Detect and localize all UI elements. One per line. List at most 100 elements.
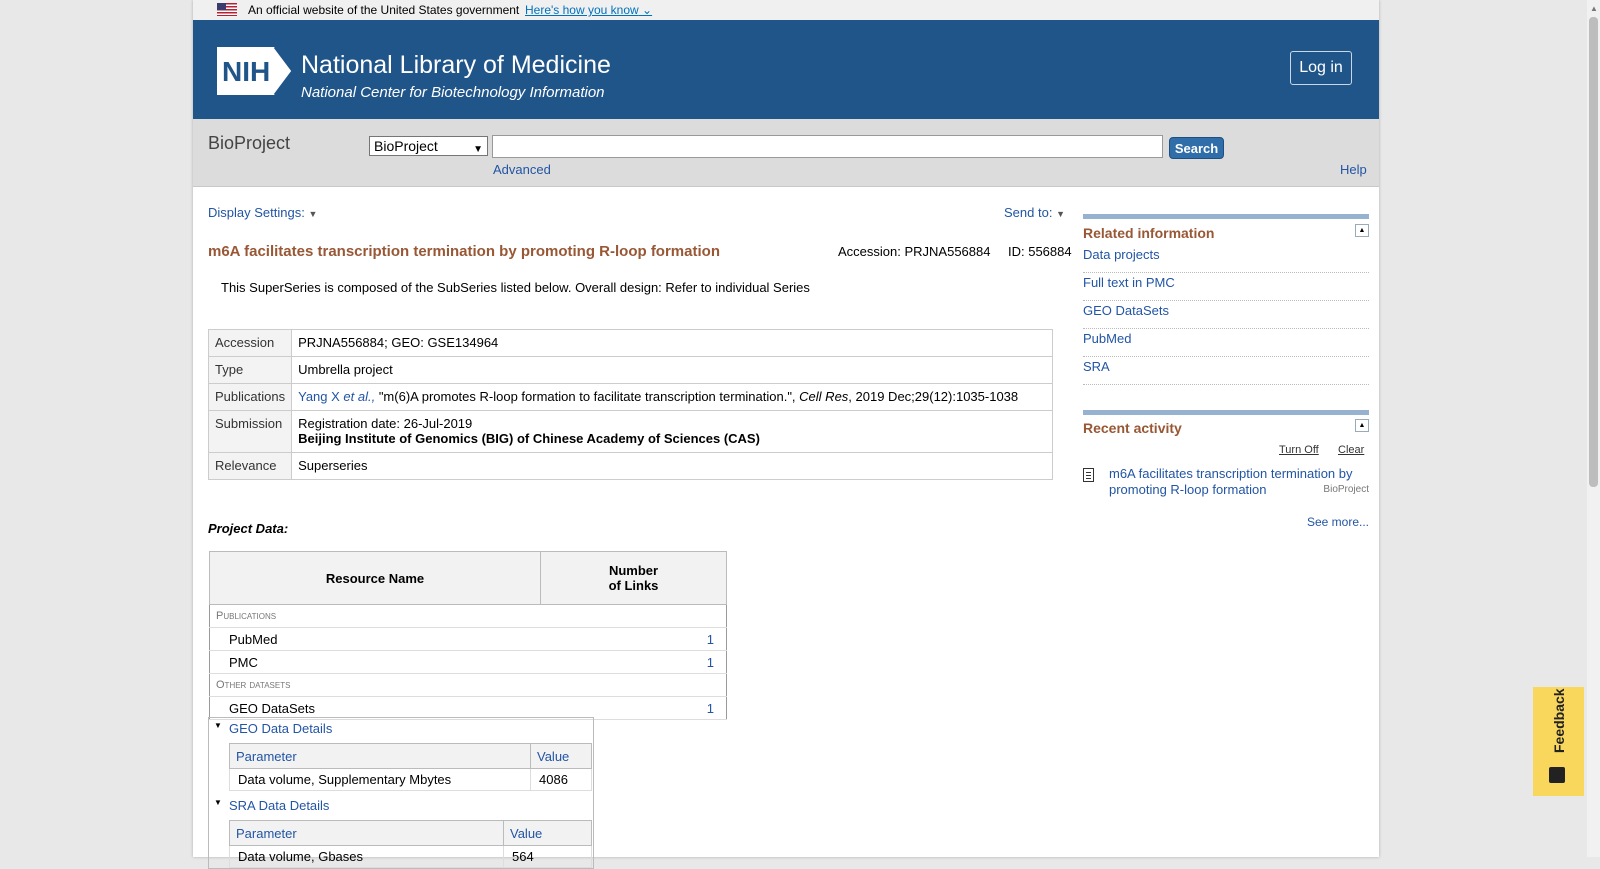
login-button[interactable]: Log in [1290, 51, 1352, 85]
submission-value: Registration date: 26-Jul-2019 Beijing In… [291, 410, 1053, 453]
feedback-label: Feedback [1551, 688, 1567, 753]
table-row: PMC 1 [209, 650, 727, 674]
project-description: This SuperSeries is composed of the SubS… [221, 280, 810, 295]
resource-name-header: Resource Name [209, 551, 541, 605]
recent-activity-title: Recent activity [1083, 420, 1182, 436]
table-row: PubMed 1 [209, 627, 727, 651]
how-you-know-label: Here's how you know [525, 3, 639, 17]
project-data-label: Project Data: [208, 521, 289, 536]
scroll-up-arrow-icon[interactable]: ▲ [1590, 4, 1598, 13]
relevance-value: Superseries [291, 452, 1053, 480]
clear-link[interactable]: Clear [1338, 444, 1364, 456]
table-row: Data volume, Supplementary Mbytes 4086 [229, 768, 592, 791]
vertical-scrollbar[interactable]: ▲ [1587, 0, 1600, 857]
parameter-header: Parameter [229, 743, 531, 769]
table-header-row: Parameter Value [229, 820, 592, 846]
table-header-row: Resource Name Number of Links [209, 551, 727, 605]
group-label: Other datasets [209, 673, 727, 697]
database-select[interactable]: BioProject ▼ [369, 136, 488, 156]
citation: , 2019 Dec;29(12):1035-1038 [848, 389, 1019, 404]
display-settings-label: Display Settings: [208, 205, 305, 220]
link-count[interactable]: 1 [540, 627, 727, 651]
value-cell: 4086 [530, 768, 592, 791]
resource-name: PMC [209, 650, 541, 674]
data-details-box: ▼ GEO Data Details Parameter Value Data v… [208, 717, 594, 869]
gov-banner-text: An official website of the United States… [248, 3, 520, 17]
publication-value: Yang X et al., "m(6)A promotes R-loop fo… [291, 383, 1053, 411]
turn-off-link[interactable]: Turn Off [1279, 444, 1319, 456]
triangle-down-icon[interactable]: ▼ [214, 798, 222, 807]
sra-details-table: Parameter Value Data volume, Gbases 564 [229, 820, 592, 868]
table-header-row: Parameter Value [229, 743, 592, 769]
site-header: NIH National Library of Medicine Nationa… [193, 20, 1379, 119]
ncbi-subtitle: National Center for Biotechnology Inform… [301, 84, 605, 101]
feedback-icon [1549, 767, 1565, 783]
publication-authors-link[interactable]: Yang X et al., [298, 389, 375, 404]
collapse-icon[interactable]: ▲ [1355, 419, 1369, 432]
chevron-down-icon: ▼ [473, 144, 483, 155]
row-label: Publications [207, 383, 293, 411]
scrollbar-thumb[interactable] [1589, 17, 1598, 487]
journal-name: Cell Res [799, 389, 849, 404]
geo-details-toggle[interactable]: GEO Data Details [229, 721, 332, 736]
page-title: m6A facilitates transcription terminatio… [208, 243, 720, 260]
page: An official website of the United States… [193, 0, 1379, 869]
accession-value: PRJNA556884; GEO: GSE134964 [291, 329, 1053, 357]
related-link[interactable]: PubMed [1083, 330, 1369, 357]
help-link[interactable]: Help [1340, 162, 1367, 177]
display-settings-menu[interactable]: Display Settings: ▼ [208, 205, 317, 220]
related-link[interactable]: GEO DataSets [1083, 302, 1369, 329]
submitter-org: Beijing Institute of Genomics (BIG) of C… [298, 431, 760, 446]
send-to-label: Send to: [1004, 205, 1053, 220]
id-label: ID: 556884 [1008, 244, 1072, 259]
send-to-menu[interactable]: Send to: ▼ [1004, 205, 1065, 220]
search-button[interactable]: Search [1169, 137, 1224, 159]
row-label: Submission [207, 410, 293, 453]
sra-details-toggle[interactable]: SRA Data Details [229, 798, 329, 813]
related-link[interactable]: Data projects [1083, 246, 1369, 273]
number-of-links-header: Number of Links [540, 551, 727, 605]
feedback-button[interactable]: Feedback [1533, 687, 1584, 796]
caret-down-icon: ▼ [1056, 209, 1065, 219]
advanced-link[interactable]: Advanced [493, 162, 551, 177]
table-row: Relevance Superseries [207, 452, 1053, 480]
database-name[interactable]: BioProject [208, 133, 290, 154]
et-al: et al., [343, 389, 376, 404]
collapse-icon[interactable]: ▲ [1355, 224, 1369, 237]
caret-down-icon: ▼ [308, 209, 318, 219]
nih-logo-icon[interactable]: NIH [217, 47, 293, 95]
group-row: Publications [209, 604, 727, 628]
related-link[interactable]: SRA [1083, 358, 1369, 385]
see-more-link[interactable]: See more... [1307, 515, 1369, 529]
related-information-panel: Related information ▲ Data projects Full… [1083, 214, 1369, 389]
nlm-title[interactable]: National Library of Medicine [301, 51, 611, 80]
how-you-know-link[interactable]: Here's how you know ⌄ [525, 3, 652, 17]
database-select-value: BioProject [374, 138, 438, 154]
table-row: Submission Registration date: 26-Jul-201… [207, 410, 1053, 453]
search-input[interactable] [492, 135, 1163, 158]
geo-details-table: Parameter Value Data volume, Supplementar… [229, 743, 592, 791]
parameter-cell: Data volume, Supplementary Mbytes [229, 768, 531, 791]
publication-title: "m(6)A promotes R-loop formation to faci… [375, 389, 800, 404]
search-bar: BioProject BioProject ▼ Search Advanced H… [193, 119, 1379, 187]
document-icon [1083, 468, 1094, 482]
resource-name: PubMed [209, 627, 541, 651]
gov-banner: An official website of the United States… [193, 0, 1379, 20]
parameter-header: Parameter [229, 820, 504, 846]
type-value: Umbrella project [291, 356, 1053, 384]
table-row: Publications Yang X et al., "m(6)A promo… [207, 383, 1053, 411]
value-header: Value [503, 820, 592, 846]
related-link[interactable]: Full text in PMC [1083, 274, 1369, 301]
chevron-down-icon: ⌄ [642, 3, 653, 17]
link-count[interactable]: 1 [540, 650, 727, 674]
table-row: Accession PRJNA556884; GEO: GSE134964 [207, 329, 1053, 357]
project-info-table: Accession PRJNA556884; GEO: GSE134964 Ty… [207, 329, 1053, 480]
authors: Yang X [298, 389, 344, 404]
value-header: Value [530, 743, 592, 769]
table-row: Type Umbrella project [207, 356, 1053, 384]
recent-activity-link[interactable]: m6A facilitates transcription terminatio… [1109, 466, 1359, 498]
row-label: Accession [207, 329, 293, 357]
accession-label: Accession: PRJNA556884 [838, 244, 991, 259]
svg-text:NIH: NIH [222, 56, 270, 87]
triangle-down-icon[interactable]: ▼ [214, 721, 222, 730]
